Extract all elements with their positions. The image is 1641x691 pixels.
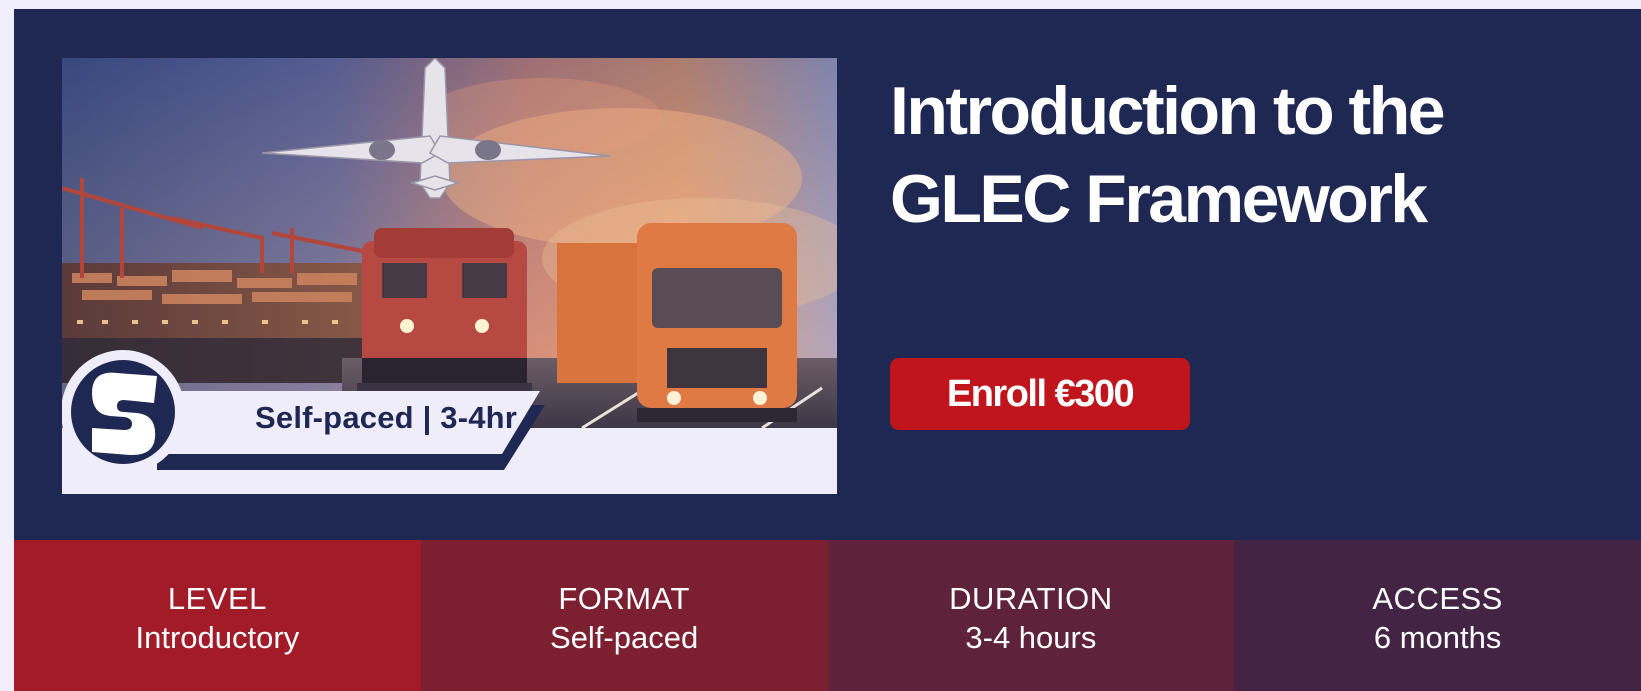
stat-label: LEVEL: [167, 581, 267, 616]
stat-level: LEVEL Introductory: [14, 540, 421, 691]
stat-duration: DURATION 3-4 hours: [827, 540, 1235, 691]
course-hero: Self-paced | 3-4hr Introduction to the G…: [14, 9, 1641, 540]
course-thumbnail: Self-paced | 3-4hr: [62, 58, 837, 494]
enroll-button[interactable]: Enroll €300: [890, 358, 1190, 430]
thumbnail-badge: Self-paced | 3-4hr: [255, 400, 518, 435]
stat-format: FORMAT Self-paced: [420, 540, 828, 691]
stat-value: 6 months: [1373, 620, 1502, 655]
stat-access: ACCESS 6 months: [1234, 540, 1641, 691]
course-page: Self-paced | 3-4hr Introduction to the G…: [14, 9, 1641, 691]
stat-value: Introductory: [135, 620, 300, 655]
stat-value: Self-paced: [550, 620, 699, 655]
stat-label: ACCESS: [1372, 581, 1503, 616]
course-title: Introduction to the GLEC Framework: [890, 73, 1446, 237]
stat-label: FORMAT: [558, 581, 690, 616]
stat-label: DURATION: [949, 581, 1113, 616]
course-stats-bar: LEVEL Introductory FORMAT Self-paced DUR…: [14, 540, 1641, 691]
stat-value: 3-4 hours: [965, 620, 1097, 655]
